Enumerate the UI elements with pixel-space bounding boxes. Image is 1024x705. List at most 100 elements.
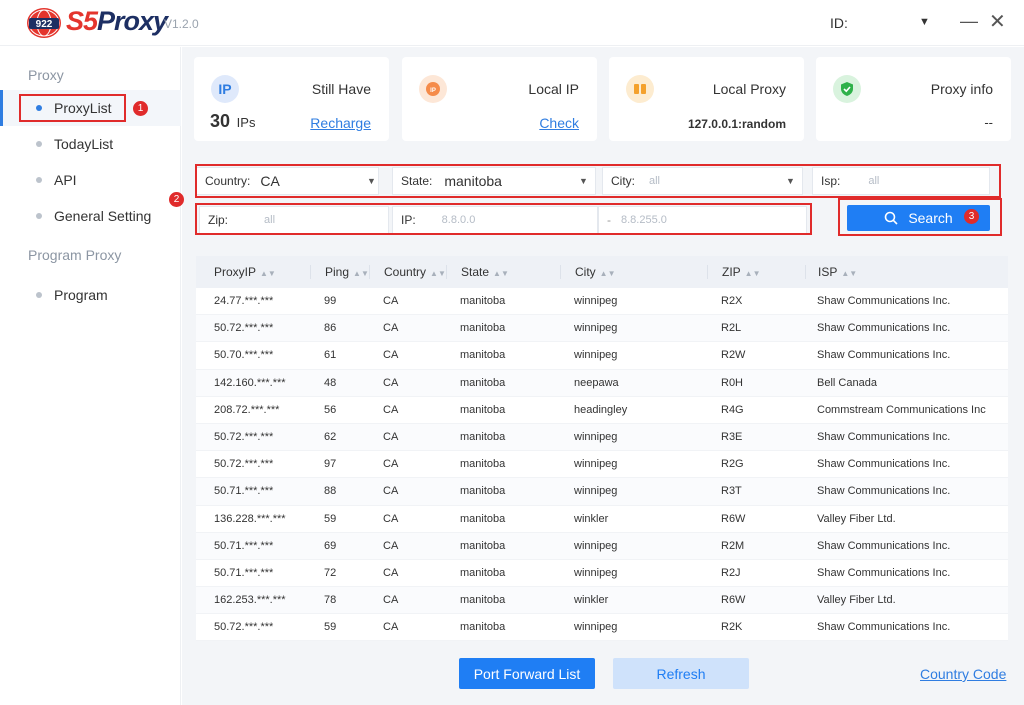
state-label: State: <box>401 174 433 188</box>
sort-icon: ▲▼ <box>493 269 509 278</box>
table-cell: R2J <box>721 566 741 579</box>
column-header-city[interactable]: City ▲▼ <box>560 265 707 279</box>
ip-from-value: 8.8.0.0 <box>441 214 476 226</box>
column-header-country[interactable]: Country ▲▼ <box>369 265 446 279</box>
local-ip-icon: IP <box>419 75 447 103</box>
table-cell: Valley Fiber Ltd. <box>817 512 896 525</box>
sidebar-item-label: API <box>54 172 77 188</box>
table-row[interactable]: 50.71.***.*** 69 CA manitoba winnipeg R2M Shaw… <box>196 532 1008 560</box>
minimize-icon[interactable]: — <box>960 11 978 32</box>
table-cell: CA <box>383 485 399 498</box>
table-cell: Shaw Communications Inc. <box>817 621 951 634</box>
table-cell: 50.72.***.*** <box>214 431 274 444</box>
table-cell: 78 <box>324 594 337 607</box>
table-cell: 69 <box>324 539 337 552</box>
table-cell: 56 <box>324 403 337 416</box>
table-row[interactable]: 50.72.***.*** 59 CA manitoba winnipeg R2K Shaw… <box>196 614 1008 641</box>
table-cell: winnipeg <box>574 322 618 335</box>
bullet-dot-icon <box>36 141 42 147</box>
table-row[interactable]: 50.70.***.*** 61 CA manitoba winnipeg R2W Shaw… <box>196 342 1008 370</box>
table-cell: winnipeg <box>574 566 618 579</box>
country-select[interactable]: Country: CA ▼ <box>196 167 379 195</box>
ip-to-input[interactable]: - 8.8.255.0 <box>598 206 807 234</box>
table-cell: CA <box>383 376 399 389</box>
table-cell: CA <box>383 322 399 335</box>
city-select[interactable]: City: all ▼ <box>602 167 803 195</box>
caret-down-icon: ▼ <box>367 176 376 186</box>
sidebar-item-proxylist[interactable]: ProxyList <box>0 90 181 126</box>
table-row[interactable]: 24.77.***.*** 99 CA manitoba winnipeg R2X Shaw… <box>196 288 1008 316</box>
column-header-zip[interactable]: ZIP ▲▼ <box>707 265 805 279</box>
annotation-number-1: 1 <box>133 101 148 116</box>
table-cell: R4G <box>721 403 744 416</box>
isp-label: Isp: <box>821 174 841 188</box>
table-row[interactable]: 50.72.***.*** 97 CA manitoba winnipeg R2G Shaw… <box>196 451 1008 479</box>
sort-icon: ▲▼ <box>353 269 369 278</box>
table-cell: Shaw Communications Inc. <box>817 539 951 552</box>
table-cell: manitoba <box>460 594 506 607</box>
ip-from-input[interactable]: IP: 8.8.0.0 <box>392 206 598 234</box>
table-cell: Shaw Communications Inc. <box>817 566 951 579</box>
city-label: City: <box>611 174 635 188</box>
sort-icon: ▲▼ <box>744 269 761 278</box>
ip-label: IP: <box>401 213 416 227</box>
table-cell: CA <box>383 621 399 634</box>
sidebar-item-program[interactable]: Program <box>0 277 181 313</box>
table-cell: Shaw Communications Inc. <box>817 431 951 444</box>
refresh-button[interactable]: Refresh <box>613 658 749 689</box>
check-link[interactable]: Check <box>539 115 579 131</box>
column-header-ping[interactable]: Ping ▲▼ <box>310 265 369 279</box>
table-row[interactable]: 142.160.***.*** 48 CA manitoba neepawa R0H Bel… <box>196 369 1008 397</box>
card-local-proxy-title: Local Proxy <box>712 81 786 97</box>
sort-icon: ▲▼ <box>430 269 446 278</box>
table-cell: manitoba <box>460 403 506 416</box>
table-cell: CA <box>383 539 399 552</box>
table-cell: Shaw Communications Inc. <box>817 322 951 335</box>
isp-input[interactable]: Isp: all <box>812 167 990 195</box>
column-header-proxyip[interactable]: ProxyIP ▲▼ <box>196 265 310 279</box>
table-cell: manitoba <box>460 376 506 389</box>
bullet-dot-icon <box>36 292 42 298</box>
caret-down-icon[interactable]: ▼ <box>919 16 930 28</box>
table-cell: R2L <box>721 322 742 335</box>
column-header-label: Ping <box>325 265 350 279</box>
table-row[interactable]: 136.228.***.*** 59 CA manitoba winkler R6W Val… <box>196 506 1008 533</box>
table-cell: 62 <box>324 431 337 444</box>
sidebar-item-api[interactable]: API <box>0 162 181 198</box>
country-label: Country: <box>205 174 251 188</box>
table-cell: 50.72.***.*** <box>214 621 274 634</box>
ip-to-value: 8.8.255.0 <box>621 214 667 226</box>
globe-logo-icon: 922 <box>27 8 61 38</box>
column-header-isp[interactable]: ISP ▲▼ <box>805 265 1008 279</box>
sidebar-item-general-setting[interactable]: General Setting <box>0 198 181 234</box>
table-cell: Commstream Communications Inc <box>817 403 986 416</box>
table-row[interactable]: 50.72.***.*** 62 CA manitoba winnipeg R3E Shaw… <box>196 423 1008 452</box>
table-cell: manitoba <box>460 458 506 471</box>
table-cell: winnipeg <box>574 295 618 308</box>
sort-icon: ▲▼ <box>599 269 616 278</box>
country-code-link[interactable]: Country Code <box>920 666 1006 682</box>
table-cell: R2K <box>721 621 743 634</box>
port-forward-list-button[interactable]: Port Forward List <box>459 658 595 689</box>
table-cell: R2G <box>721 458 744 471</box>
table-cell: manitoba <box>460 431 506 444</box>
column-header-label: ISP <box>818 265 838 279</box>
table-row[interactable]: 162.253.***.*** 78 CA manitoba winkler R6W Val… <box>196 587 1008 615</box>
zip-input[interactable]: Zip: all <box>199 206 389 234</box>
state-select[interactable]: State: manitoba ▼ <box>392 167 596 195</box>
user-id-label: ID: <box>830 15 848 31</box>
sidebar-item-todaylist[interactable]: TodayList <box>0 126 181 162</box>
column-header-state[interactable]: State ▲▼ <box>446 265 560 279</box>
state-value: manitoba <box>444 173 502 189</box>
close-icon[interactable]: ✕ <box>989 9 1006 34</box>
table-row[interactable]: 208.72.***.*** 56 CA manitoba headingley R4G C… <box>196 397 1008 424</box>
table-cell: Bell Canada <box>817 376 877 389</box>
table-row[interactable]: 50.71.***.*** 88 CA manitoba winnipeg R3T Shaw… <box>196 478 1008 506</box>
table-row[interactable]: 50.71.***.*** 72 CA manitoba winnipeg R2J Shaw… <box>196 560 1008 588</box>
table-row[interactable]: 50.72.***.*** 86 CA manitoba winnipeg R2L Shaw… <box>196 315 1008 343</box>
recharge-link[interactable]: Recharge <box>310 115 371 131</box>
card-proxy-info: Proxy info -- <box>816 57 1011 141</box>
local-proxy-icon <box>626 75 654 103</box>
table-cell: manitoba <box>460 295 506 308</box>
table-cell: manitoba <box>460 485 506 498</box>
